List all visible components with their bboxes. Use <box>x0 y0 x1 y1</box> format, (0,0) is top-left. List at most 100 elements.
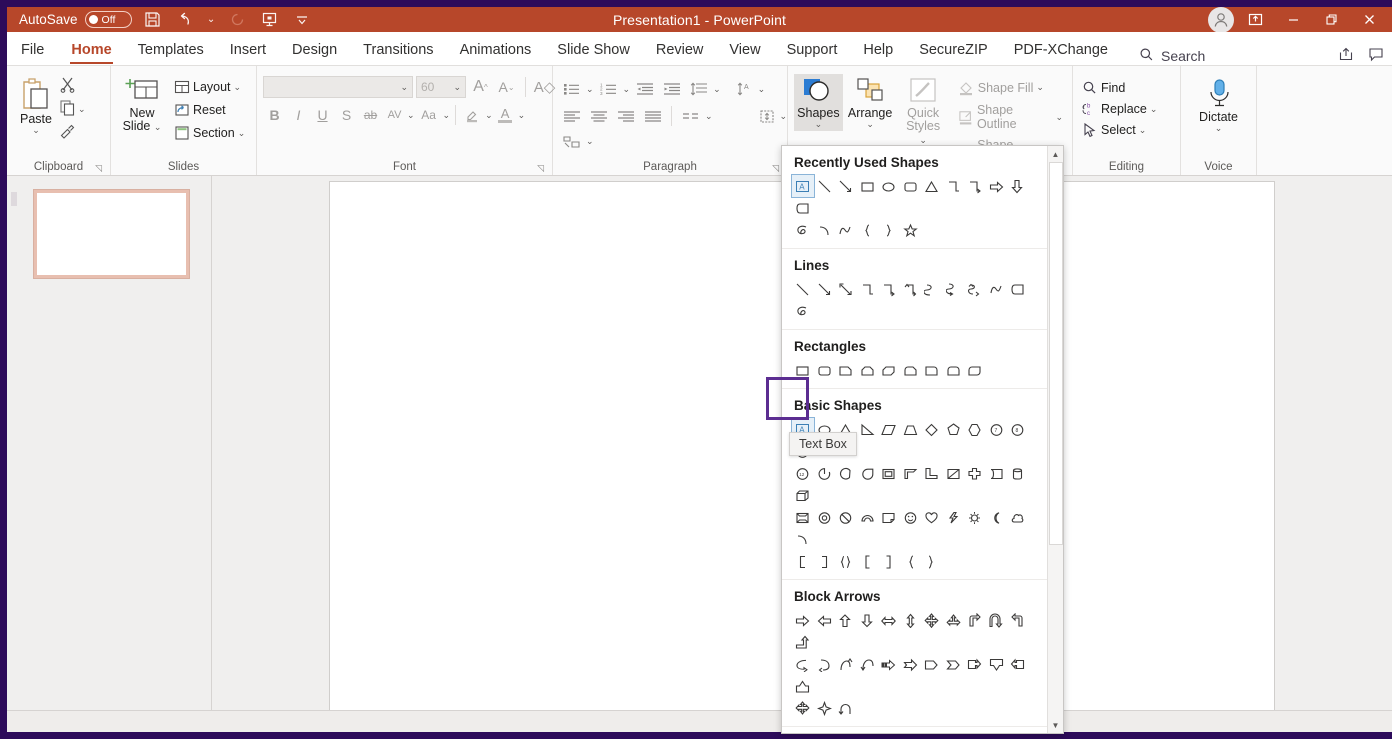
bullets-icon[interactable] <box>559 78 584 100</box>
section-button[interactable]: Section ⌄ <box>171 123 248 143</box>
shapes-gallery-scrollbar[interactable]: ▲ ▼ <box>1047 146 1063 733</box>
select-chevron-icon[interactable]: ⌄ <box>1139 125 1147 136</box>
format-painter-icon[interactable] <box>59 122 86 142</box>
columns-chevron-icon[interactable]: ⌄ <box>705 111 713 122</box>
numbering-icon[interactable]: 123 <box>596 78 621 100</box>
shape-heptagon[interactable]: 7 <box>986 418 1008 440</box>
shape-pentagon-arrow[interactable] <box>921 653 943 675</box>
shape-down-arrow[interactable] <box>1007 175 1029 197</box>
cut-icon[interactable] <box>59 76 86 96</box>
shape-bent-up-arrow[interactable] <box>792 631 814 653</box>
shape-elbow-double-arrow-connector[interactable] <box>900 278 922 300</box>
shape-round-same-side-corner-rectangle[interactable] <box>943 359 965 381</box>
align-right-icon[interactable] <box>613 105 638 127</box>
autosave-control[interactable]: AutoSave Off <box>19 11 132 28</box>
shape-bent-arrow[interactable] <box>964 609 986 631</box>
tab-templates[interactable]: Templates <box>125 35 217 65</box>
font-name-chevron-icon[interactable]: ⌄ <box>400 82 408 93</box>
undo-dropdown-chevron-icon[interactable]: ⌄ <box>206 9 217 31</box>
shape-up-down-arrow[interactable] <box>900 609 922 631</box>
align-text-chevron-icon[interactable]: ⌄ <box>780 111 788 122</box>
shape-line-arrow[interactable] <box>835 175 857 197</box>
slide-thumbnail-pane[interactable] <box>7 176 212 710</box>
shape-line-arrow[interactable] <box>814 278 836 300</box>
shape-text-box[interactable]: A <box>791 174 815 198</box>
line-spacing-icon[interactable] <box>686 78 711 100</box>
align-center-icon[interactable] <box>586 105 611 127</box>
shape-curved-double-arrow-connector[interactable] <box>964 278 986 300</box>
tab-pdf-xchange[interactable]: PDF-XChange <box>1001 35 1121 65</box>
scroll-up-arrow-icon[interactable]: ▲ <box>1048 146 1064 162</box>
shape-scribble[interactable] <box>792 300 814 322</box>
shape-diamond[interactable] <box>921 418 943 440</box>
shape-right-arrow-callout[interactable] <box>964 653 986 675</box>
shape-fill-chevron-icon[interactable]: ⌄ <box>1036 82 1044 93</box>
shape-snip-diagonal-corner-rectangle[interactable] <box>878 359 900 381</box>
shape-snip-same-side-corner-rectangle[interactable] <box>857 359 879 381</box>
shape-frame[interactable] <box>878 462 900 484</box>
shape-curved-down-arrow[interactable] <box>857 653 879 675</box>
shape-fill-button[interactable]: Shape Fill ⌄ <box>955 77 1066 98</box>
font-dialog-launcher-icon[interactable]: ◹ <box>537 163 544 174</box>
start-slideshow-icon[interactable] <box>259 9 281 31</box>
increase-indent-icon[interactable] <box>659 78 684 100</box>
restore-button[interactable] <box>1314 7 1348 33</box>
shape-sun[interactable] <box>964 506 986 528</box>
new-slide-chevron-icon[interactable]: ⌄ <box>154 122 162 132</box>
align-left-icon[interactable] <box>559 105 584 127</box>
shape-plaque[interactable] <box>986 462 1008 484</box>
convert-to-smartart-icon[interactable] <box>559 130 584 152</box>
character-spacing-button[interactable]: AV <box>383 104 406 126</box>
shape-double-bracket[interactable] <box>835 550 857 572</box>
shape-diagonal-stripe[interactable] <box>943 462 965 484</box>
layout-chevron-icon[interactable]: ⌄ <box>234 82 242 93</box>
decrease-font-size-icon[interactable]: A ⌄ <box>495 76 518 98</box>
underline-button[interactable]: U <box>311 104 334 126</box>
change-case-button[interactable]: Aa <box>416 104 442 126</box>
shape-elbow-arrow-connector[interactable] <box>964 175 986 197</box>
tab-view[interactable]: View <box>716 35 773 65</box>
shape-up-arrow-callout[interactable] <box>792 675 814 697</box>
shape-rectangle[interactable] <box>857 175 879 197</box>
quick-styles-button[interactable]: Quick Styles ⌄ <box>897 74 948 148</box>
shape-dodecagon[interactable]: 12 <box>792 462 814 484</box>
shape-round-diagonal-corner-rectangle[interactable] <box>964 359 986 381</box>
shape-right-bracket[interactable] <box>814 550 836 572</box>
shape-u-turn-arrow[interactable] <box>986 609 1008 631</box>
shape-cloud[interactable] <box>1007 506 1029 528</box>
tab-securezip[interactable]: SecureZIP <box>906 35 1001 65</box>
shape-octagon[interactable]: 8 <box>1007 418 1029 440</box>
shape-curved-left-arrow[interactable] <box>814 653 836 675</box>
shape-chord[interactable] <box>835 462 857 484</box>
shape-elbow-connector[interactable] <box>857 278 879 300</box>
reset-button[interactable]: Reset <box>171 100 248 120</box>
shape-isosceles-triangle[interactable] <box>921 175 943 197</box>
shape-left-right-arrow[interactable] <box>878 609 900 631</box>
autosave-toggle[interactable]: Off <box>84 11 132 28</box>
shape-curved-up-arrow[interactable] <box>835 653 857 675</box>
shape-freeform-shape[interactable] <box>1007 278 1029 300</box>
shape-rectangular-callout[interactable] <box>792 197 814 219</box>
shape-right-bracket-2[interactable] <box>878 550 900 572</box>
shape-trapezoid[interactable] <box>900 418 922 440</box>
tab-transitions[interactable]: Transitions <box>350 35 446 65</box>
shape-moon[interactable] <box>986 506 1008 528</box>
shape-left-bracket-2[interactable] <box>857 550 879 572</box>
undo-icon[interactable] <box>174 9 196 31</box>
shape-right-brace[interactable] <box>878 219 900 241</box>
shape-curve[interactable] <box>835 219 857 241</box>
shape-block-arc[interactable] <box>857 506 879 528</box>
arrange-button[interactable]: Arrange ⌄ <box>845 74 896 131</box>
shape-teardrop[interactable] <box>857 462 879 484</box>
shape-donut[interactable] <box>814 506 836 528</box>
decrease-indent-icon[interactable] <box>632 78 657 100</box>
text-highlight-color-icon[interactable] <box>461 104 484 126</box>
replace-button[interactable]: bc Replace ⌄ <box>1079 99 1160 119</box>
shape-scribble[interactable] <box>792 219 814 241</box>
shape-hexagon[interactable] <box>964 418 986 440</box>
shape-four-point-star-arrow[interactable] <box>814 697 836 719</box>
shape-left-up-arrow[interactable] <box>1007 609 1029 631</box>
font-size-combobox[interactable]: 60 ⌄ <box>416 76 466 98</box>
text-direction-chevron-icon[interactable]: ⌄ <box>758 84 766 95</box>
shape-striped-right-arrow[interactable] <box>878 653 900 675</box>
